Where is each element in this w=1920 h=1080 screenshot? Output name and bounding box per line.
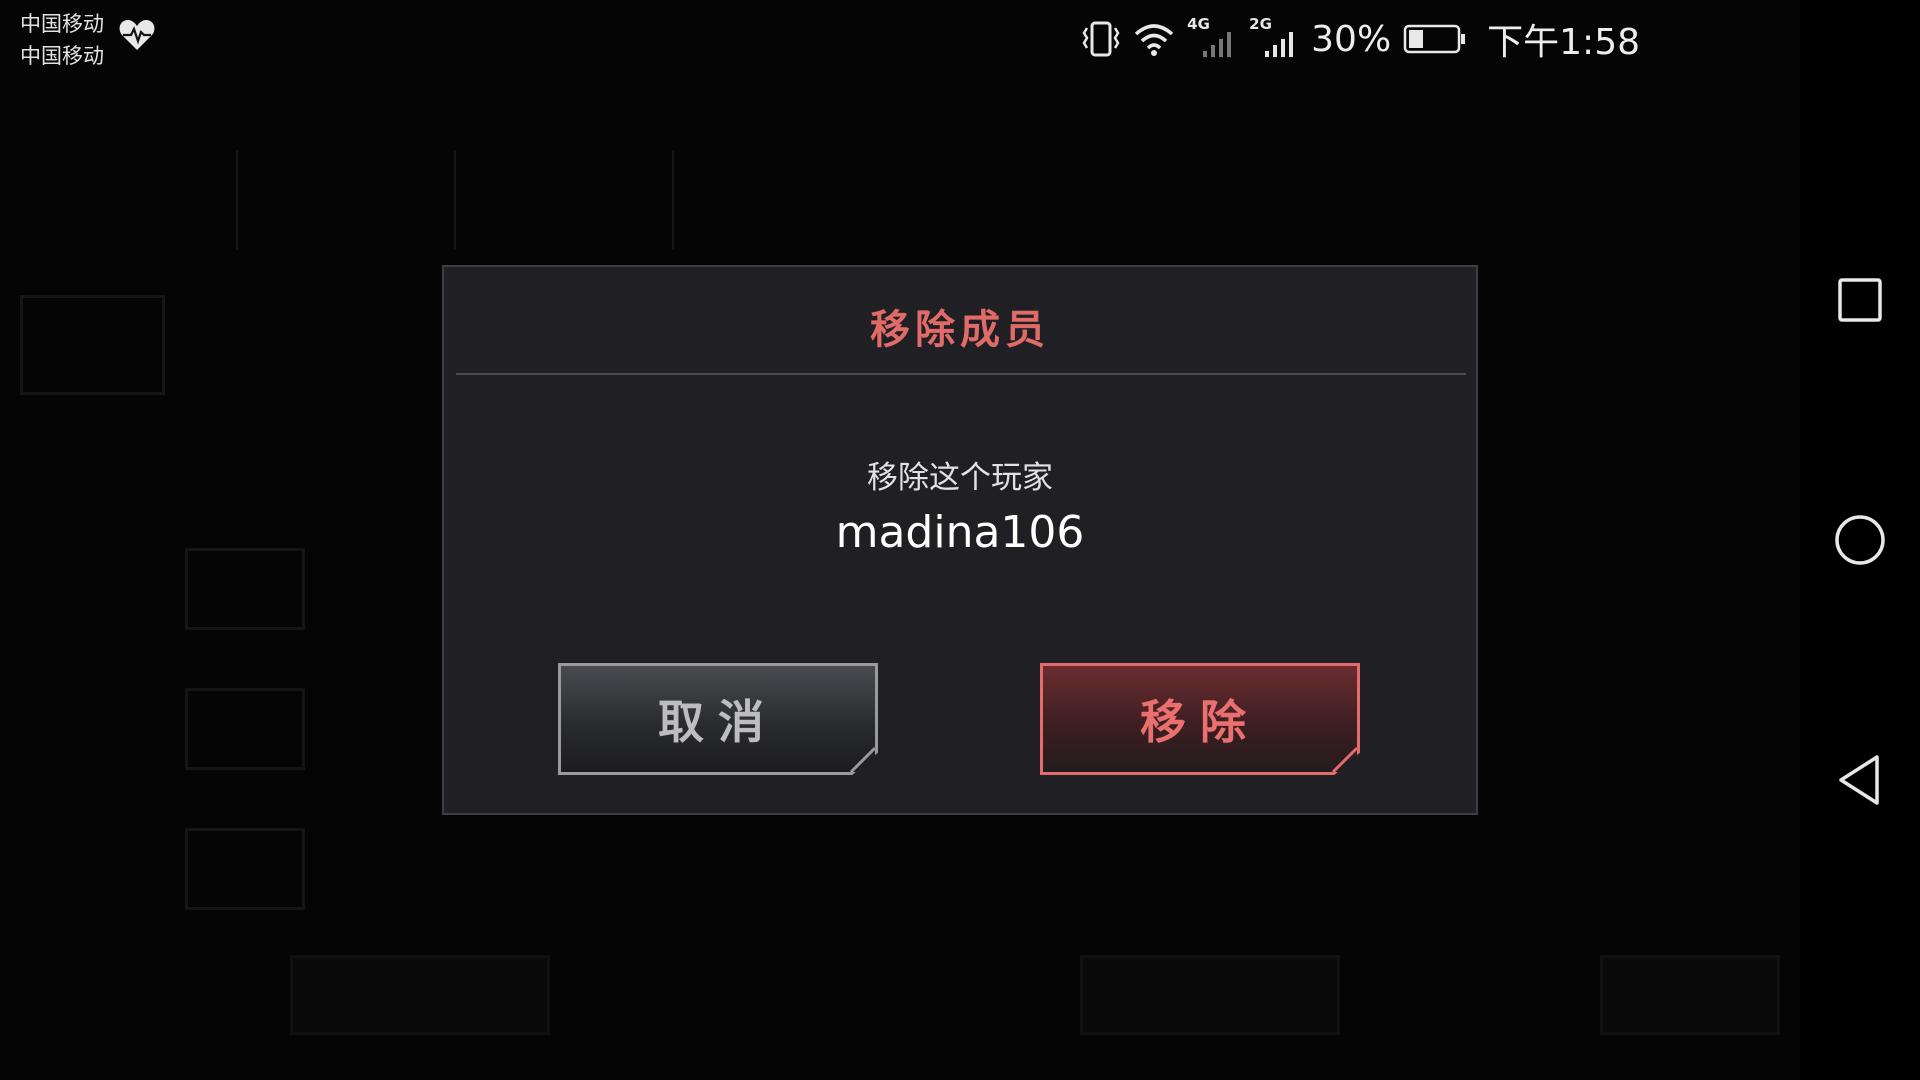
home-icon xyxy=(1835,515,1885,565)
player-name: madina106 xyxy=(835,507,1085,558)
corner-bevel-icon xyxy=(1331,746,1359,774)
wifi-icon xyxy=(1134,24,1174,56)
recents-button[interactable] xyxy=(1818,258,1902,342)
signal-4g-icon xyxy=(1203,32,1232,57)
bg-avatar xyxy=(185,828,305,910)
navigation-bar xyxy=(1800,0,1920,1080)
remove-button[interactable]: 移除 xyxy=(1040,663,1360,775)
corner-bevel-icon xyxy=(849,746,877,774)
bg-member-row xyxy=(70,828,1830,918)
carrier-label-2: 中国移动 xyxy=(20,44,104,68)
cancel-button[interactable]: 取消 xyxy=(558,663,878,775)
bg-avatar xyxy=(185,548,305,630)
bg-tab xyxy=(674,150,890,250)
remove-button-label: 移除 xyxy=(1140,695,1260,749)
battery-percent-text: 30% xyxy=(1311,18,1392,60)
cancel-button-label: 取消 xyxy=(658,695,778,749)
bg-clan-emblem xyxy=(20,295,165,395)
bg-avatar xyxy=(185,688,305,770)
clock-text: 下午1:58 xyxy=(1487,22,1640,63)
home-button[interactable] xyxy=(1818,498,1902,582)
signal-2g-group: 2G xyxy=(1249,15,1299,59)
bg-tab xyxy=(238,150,457,250)
signal-4g-group: 4G xyxy=(1187,15,1237,59)
back-button[interactable] xyxy=(1818,738,1902,822)
dialog-title: 移除成员 xyxy=(870,307,1050,353)
bg-bottom-button xyxy=(1080,955,1340,1035)
carrier-label-1: 中国移动 xyxy=(20,12,104,36)
bg-tab xyxy=(456,150,675,250)
signal-2g-icon xyxy=(1265,32,1294,57)
back-icon xyxy=(1839,755,1879,805)
bg-bottom-button xyxy=(290,955,550,1035)
screen: 中国移动 中国移动 4G 2G 30% 下午1:58 移除成员 移除这个玩家 m… xyxy=(0,0,1920,1080)
dialog-message: 移除这个玩家 xyxy=(867,460,1053,496)
status-bar: 中国移动 中国移动 4G 2G 30% 下午1:58 xyxy=(0,0,1800,80)
battery-icon xyxy=(1403,24,1466,54)
bg-bottom-button xyxy=(1600,955,1780,1035)
remove-member-dialog: 移除成员 移除这个玩家 madina106 取消 移除 xyxy=(442,265,1478,815)
bg-tab-bar xyxy=(20,150,1320,250)
dialog-divider xyxy=(456,373,1466,375)
recents-icon xyxy=(1838,278,1882,322)
bg-tab xyxy=(20,150,239,250)
health-icon xyxy=(119,20,155,50)
vibrate-icon xyxy=(1082,21,1120,57)
